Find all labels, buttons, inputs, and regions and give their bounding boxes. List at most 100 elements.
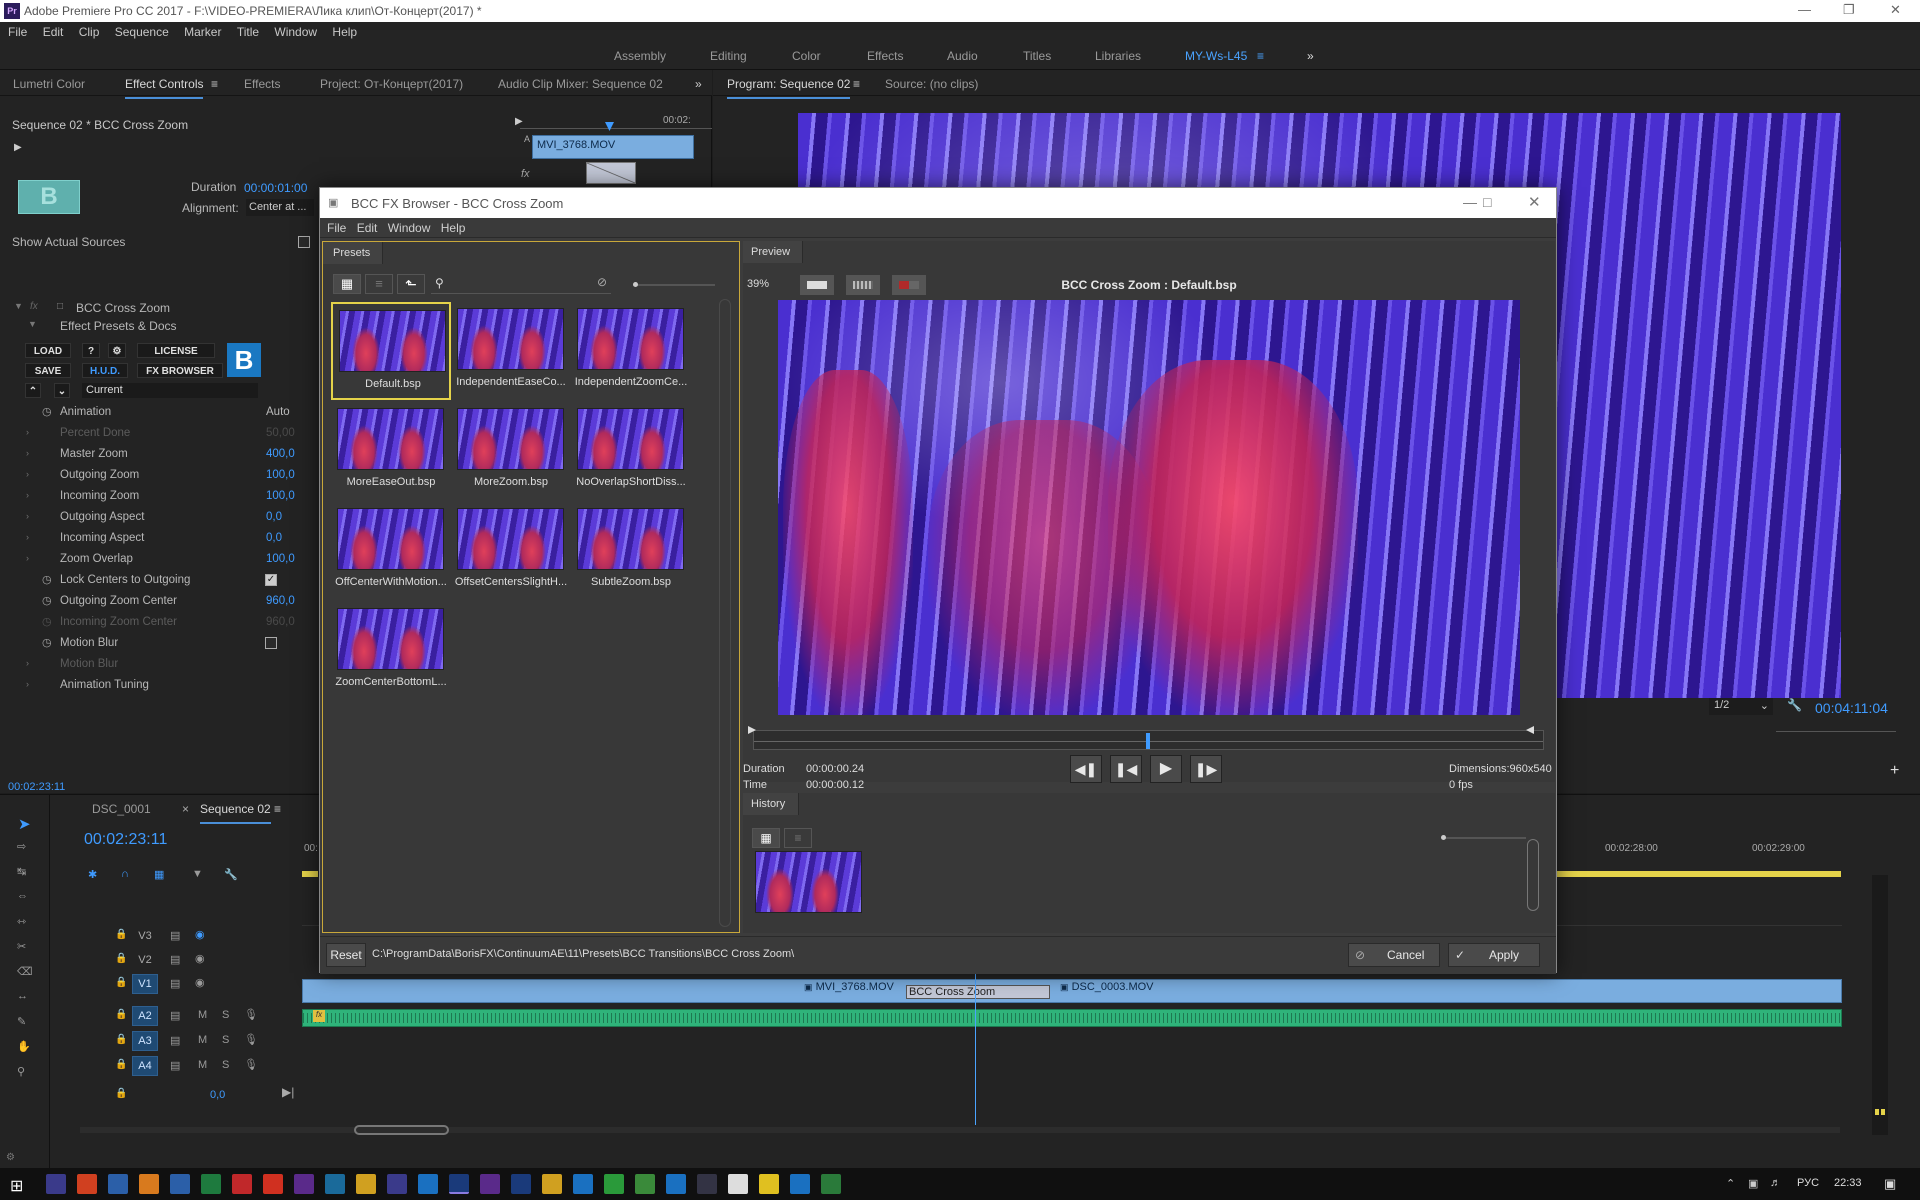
- history-tab[interactable]: History: [743, 793, 799, 815]
- track-target[interactable]: V1: [132, 974, 158, 994]
- history-scrollbar[interactable]: [1527, 839, 1539, 911]
- taskbar-pdf-icon[interactable]: [263, 1174, 283, 1194]
- track-lock-icon[interactable]: 🔒: [115, 977, 127, 988]
- solo-button[interactable]: S: [222, 1034, 229, 1046]
- a2-audio-track[interactable]: fx: [302, 1009, 1842, 1027]
- expand-chevron-icon[interactable]: ›: [26, 490, 29, 500]
- ripple-edit-tool-icon[interactable]: ↹: [17, 865, 26, 878]
- expand-chevron-icon[interactable]: ›: [26, 553, 29, 563]
- timeline-menu-icon[interactable]: ≡: [274, 802, 281, 816]
- workspace-editing[interactable]: Editing: [710, 49, 747, 63]
- close-icon[interactable]: ✕: [1890, 2, 1901, 18]
- track-target[interactable]: A4: [132, 1056, 158, 1076]
- master-lock-icon[interactable]: 🔒: [115, 1088, 127, 1099]
- preset-item[interactable]: OffCenterWithMotion...: [331, 502, 451, 600]
- taskbar-app3-icon[interactable]: [790, 1174, 810, 1194]
- dialog-menu-window[interactable]: Window: [388, 221, 431, 235]
- selection-tool-icon[interactable]: ➤: [18, 815, 31, 833]
- track-lock-icon[interactable]: 🔒: [115, 1059, 127, 1070]
- tab-dsc-0001[interactable]: DSC_0001: [92, 802, 151, 816]
- presets-tab[interactable]: Presets: [323, 242, 383, 264]
- dialog-menu-edit[interactable]: Edit: [357, 221, 378, 235]
- thumb-size-handle[interactable]: [633, 282, 638, 287]
- property-value[interactable]: Auto: [266, 406, 290, 418]
- workspace-menu-icon[interactable]: ≡: [1257, 49, 1264, 63]
- track-lock-icon[interactable]: 🔒: [115, 953, 127, 964]
- program-menu-icon[interactable]: ≡: [853, 77, 860, 91]
- eye-icon[interactable]: ◉: [195, 928, 205, 941]
- track-target[interactable]: V2: [132, 950, 158, 970]
- taskbar-explorer-icon[interactable]: [697, 1174, 717, 1194]
- linked-selection-icon[interactable]: ▦: [154, 868, 164, 881]
- scrubber-playhead[interactable]: [1146, 733, 1150, 749]
- preset-up-icon[interactable]: ⌃: [25, 383, 41, 398]
- tray-chevron-icon[interactable]: ⌃: [1726, 1177, 1735, 1190]
- sync-lock-icon[interactable]: ▤: [170, 1009, 180, 1022]
- workspace-effects[interactable]: Effects: [867, 49, 903, 63]
- tab-project[interactable]: Project: От-Концерт(2017): [320, 77, 463, 91]
- settings-gear-icon[interactable]: ⚙: [108, 343, 126, 358]
- preset-item[interactable]: MoreEaseOut.bsp: [331, 402, 451, 500]
- mute-button[interactable]: M: [198, 1059, 207, 1071]
- folder-up-icon[interactable]: ⬑: [397, 274, 425, 294]
- preset-item[interactable]: IndependentEaseCo...: [451, 302, 571, 400]
- help-button[interactable]: ?: [82, 343, 100, 358]
- stopwatch-icon[interactable]: ◷: [42, 615, 52, 628]
- mic-icon[interactable]: 🎙: [244, 1033, 258, 1046]
- tab-menu-icon[interactable]: ≡: [211, 77, 218, 91]
- duration-value[interactable]: 00:00:01:00: [244, 181, 307, 195]
- resolution-select[interactable]: 1/2 ⌄: [1709, 698, 1773, 715]
- taskbar-acrobat-icon[interactable]: [232, 1174, 252, 1194]
- slide-tool-icon[interactable]: ↔: [17, 990, 28, 1002]
- tab-effect-controls[interactable]: Effect Controls: [125, 77, 204, 99]
- track-lock-icon[interactable]: 🔒: [115, 1034, 127, 1045]
- magnet-icon[interactable]: ∩: [121, 868, 129, 880]
- taskbar-firefox-icon[interactable]: [77, 1174, 97, 1194]
- taskbar-audition-icon[interactable]: [325, 1174, 345, 1194]
- tab-audio-clip-mixer[interactable]: Audio Clip Mixer: Sequence 02: [498, 77, 663, 91]
- taskbar-calendar-icon[interactable]: [728, 1174, 748, 1194]
- show-sources-checkbox[interactable]: [298, 236, 310, 248]
- stopwatch-icon[interactable]: ◷: [42, 594, 52, 607]
- eye-icon[interactable]: ◉: [195, 952, 205, 965]
- preset-down-icon[interactable]: ⌄: [54, 383, 70, 398]
- tabs-overflow-icon[interactable]: »: [695, 77, 702, 91]
- reset-button[interactable]: Reset: [326, 943, 366, 967]
- timeline-scrollbar[interactable]: [80, 1127, 1840, 1133]
- zoom-tool-icon[interactable]: ⚲: [17, 1065, 25, 1078]
- taskbar-lightroom-icon[interactable]: [480, 1174, 500, 1194]
- thumb-size-slider[interactable]: [633, 284, 715, 286]
- grid-view-icon[interactable]: ▦: [333, 274, 361, 294]
- notifications-icon[interactable]: ▣: [1884, 1176, 1896, 1192]
- preset-item[interactable]: ZoomCenterBottomL...: [331, 602, 451, 700]
- save-button[interactable]: SAVE: [25, 363, 71, 378]
- add-marker-icon[interactable]: ▼: [192, 868, 203, 880]
- master-goto-icon[interactable]: ▶|: [282, 1085, 294, 1099]
- menu-title[interactable]: Title: [237, 25, 259, 39]
- solo-button[interactable]: S: [222, 1009, 229, 1021]
- presets-scrollbar[interactable]: [719, 299, 731, 927]
- pen-tool-icon[interactable]: ✎: [17, 1015, 26, 1028]
- taskbar-steam-icon[interactable]: [666, 1174, 686, 1194]
- taskbar-browser-icon[interactable]: [542, 1174, 562, 1194]
- taskbar-word-icon[interactable]: [170, 1174, 190, 1194]
- preset-item[interactable]: SubtleZoom.bsp: [571, 502, 691, 600]
- property-value[interactable]: 100,0: [266, 469, 295, 481]
- expand-chevron-icon[interactable]: ›: [26, 511, 29, 521]
- workspace-assembly[interactable]: Assembly: [614, 49, 666, 63]
- property-value[interactable]: 100,0: [266, 553, 295, 565]
- ec-expand-icon[interactable]: ▶: [515, 116, 523, 127]
- dialog-close-icon[interactable]: ✕: [1528, 193, 1541, 211]
- property-value[interactable]: 400,0: [266, 448, 295, 460]
- clock[interactable]: 22:33: [1834, 1177, 1862, 1189]
- add-button-icon[interactable]: +: [1890, 762, 1899, 780]
- expand-chevron-icon[interactable]: ›: [26, 658, 29, 668]
- clip-dsc-0003[interactable]: ▣ DSC_0003.MOV: [1060, 981, 1154, 993]
- menu-window[interactable]: Window: [274, 25, 317, 39]
- play-icon[interactable]: ▶: [1150, 755, 1182, 783]
- license-button[interactable]: LICENSE: [137, 343, 215, 358]
- tab-program[interactable]: Program: Sequence 02: [727, 77, 851, 99]
- workspace-color[interactable]: Color: [792, 49, 821, 63]
- track-select-tool-icon[interactable]: ⇨: [17, 840, 26, 853]
- ec-play-icon[interactable]: ▶: [14, 142, 22, 153]
